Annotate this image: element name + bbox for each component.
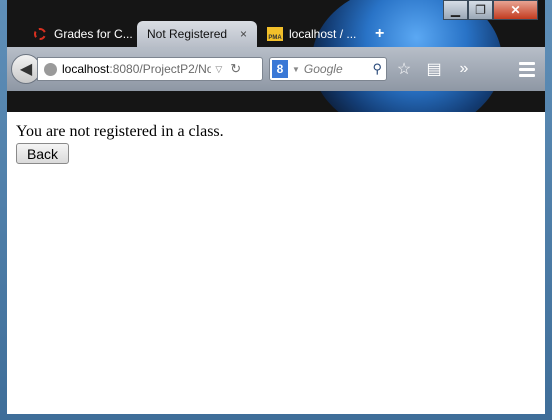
- page-content: You are not registered in a class. Back: [7, 112, 545, 414]
- engine-dropdown-icon[interactable]: ▼: [292, 65, 300, 74]
- search-placeholder: Google: [303, 62, 343, 76]
- search-box[interactable]: 8 ▼ Google ⚲: [269, 57, 387, 81]
- phpmyadmin-icon: PMA: [267, 26, 283, 42]
- navigation-toolbar: ◀ localhost :8080/ProjectP2/Notl ▽ ↻ 8 ▼…: [7, 47, 545, 91]
- url-path: :8080/ProjectP2/Notl: [109, 62, 212, 76]
- url-dropdown-icon[interactable]: ▽: [215, 64, 222, 75]
- close-tab-icon[interactable]: ×: [240, 27, 247, 41]
- overflow-chevron-icon[interactable]: »: [451, 56, 477, 82]
- tab-label: localhost / ...: [289, 27, 357, 41]
- new-tab-button[interactable]: +: [375, 21, 384, 47]
- back-button[interactable]: Back: [16, 143, 69, 164]
- url-bar[interactable]: localhost :8080/ProjectP2/Notl ▽ ↻: [37, 57, 263, 81]
- tab-localhost[interactable]: PMA localhost / ...: [257, 21, 367, 47]
- bookmarks-menu-icon[interactable]: ▤: [421, 56, 447, 82]
- tab-not-registered[interactable]: Not Registered ×: [137, 21, 257, 47]
- maximize-button[interactable]: ❐: [468, 0, 493, 20]
- browser-window: Grades for C... Not Registered × PMA loc…: [0, 0, 552, 420]
- tab-label: Not Registered: [147, 27, 228, 41]
- red-ring-icon: [32, 26, 48, 42]
- tab-label: Grades for C...: [54, 27, 133, 41]
- search-icon[interactable]: ⚲: [372, 61, 382, 77]
- google-engine-icon[interactable]: 8: [272, 60, 288, 78]
- bookmark-star-icon[interactable]: ☆: [391, 56, 417, 82]
- site-identity-icon[interactable]: [44, 62, 57, 76]
- tab-grades[interactable]: Grades for C...: [22, 21, 137, 47]
- close-button[interactable]: ✕: [493, 0, 538, 20]
- window-controls: ▁ ❐ ✕: [443, 0, 538, 20]
- minimize-button[interactable]: ▁: [443, 0, 468, 20]
- url-host: localhost: [62, 62, 110, 76]
- tab-strip: Grades for C... Not Registered × PMA loc…: [22, 19, 384, 47]
- hamburger-menu-icon[interactable]: [519, 61, 535, 77]
- reload-icon[interactable]: ↻: [230, 61, 241, 77]
- not-registered-message: You are not registered in a class.: [16, 123, 224, 140]
